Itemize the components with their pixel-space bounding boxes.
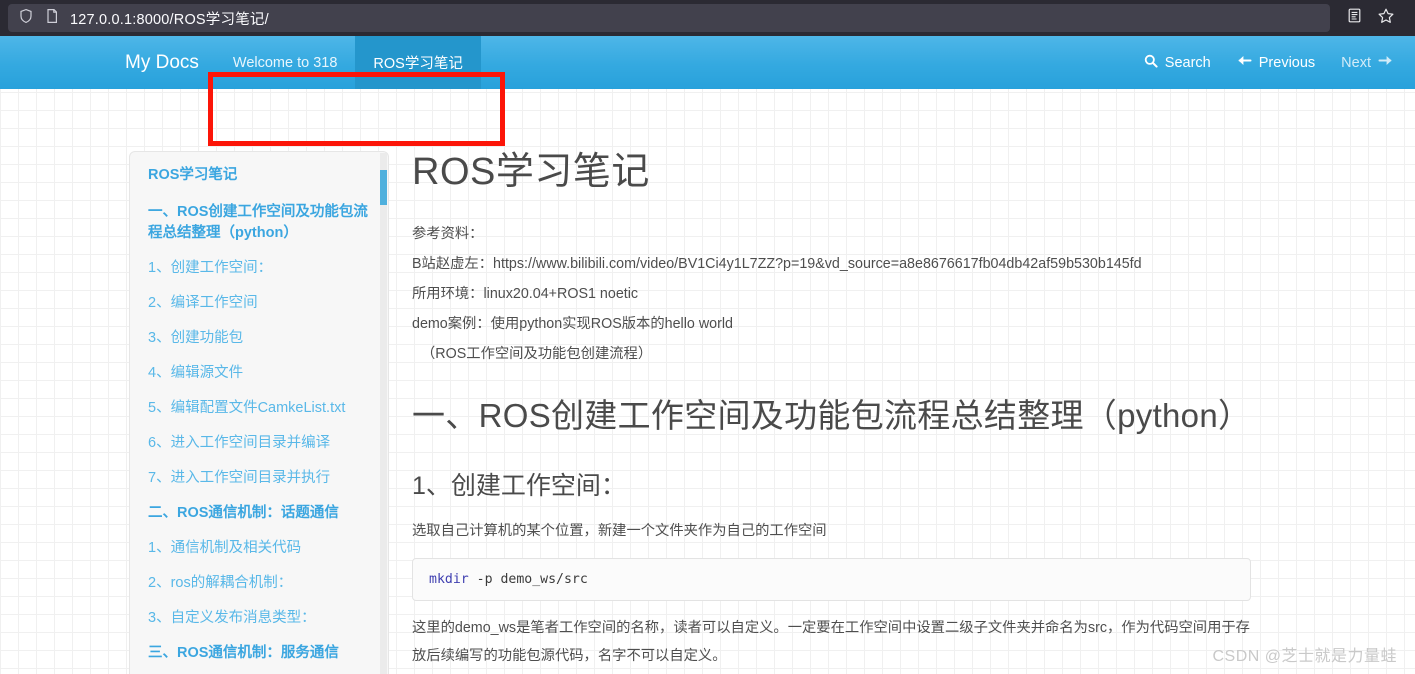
sidebar-list: ROS学习笔记 一、ROS创建工作空间及功能包流程总结整理（python） 1、…	[130, 166, 388, 674]
sidebar-item-4[interactable]: 4、编辑源文件	[148, 363, 370, 384]
previous-button[interactable]: Previous	[1237, 54, 1315, 71]
code-keyword: mkdir	[429, 572, 469, 588]
sidebar-item-12[interactable]: 三、ROS通信机制：服务通信	[148, 643, 370, 664]
sidebar-item-1[interactable]: 1、创建工作空间：	[148, 258, 370, 279]
intro-line-1: B站赵虚左：https://www.bilibili.com/video/BV1…	[412, 255, 1142, 272]
content-area: ROS学习笔记 一、ROS创建工作空间及功能包流程总结整理（python） 1、…	[0, 89, 1415, 674]
sidebar-item-9[interactable]: 1、通信机制及相关代码	[148, 538, 370, 559]
sidebar-scrollbar-thumb[interactable]	[380, 170, 387, 205]
article-content: ROS学习笔记 参考资料： B站赵虚左：https://www.bilibili…	[412, 149, 1262, 674]
browser-action-icons	[1330, 7, 1407, 30]
intro-line-0: 参考资料：	[412, 225, 484, 242]
sidebar-item-11[interactable]: 3、自定义发布消息类型：	[148, 608, 370, 629]
intro-line-3: demo案例：使用python实现ROS版本的hello world	[412, 315, 733, 332]
sidebar-scrollbar-track[interactable]	[380, 153, 387, 674]
arrow-right-icon	[1378, 54, 1393, 71]
bookmark-star-icon[interactable]	[1377, 7, 1395, 30]
sidebar-item-8[interactable]: 二、ROS通信机制：话题通信	[148, 503, 370, 524]
sidebar-item-0[interactable]: 一、ROS创建工作空间及功能包流程总结整理（python）	[148, 202, 370, 244]
page-document-icon	[44, 8, 60, 29]
address-bar[interactable]: 127.0.0.1:8000/ROS学习笔记/	[8, 4, 1330, 32]
shield-icon	[18, 8, 34, 29]
site-brand[interactable]: My Docs	[0, 36, 215, 89]
sidebar-item-3[interactable]: 3、创建功能包	[148, 328, 370, 349]
nav-tab-ros-notes[interactable]: ROS学习笔记	[355, 36, 481, 89]
sidebar-item-6[interactable]: 6、进入工作空间目录并编译	[148, 433, 370, 454]
sidebar-item-7[interactable]: 7、进入工作空间目录并执行	[148, 468, 370, 489]
reader-view-icon[interactable]	[1346, 7, 1363, 29]
sidebar-item-root[interactable]: ROS学习笔记	[148, 166, 370, 186]
sidebar-item-10[interactable]: 2、ros的解耦合机制：	[148, 573, 370, 594]
subsection-heading-1: 1、创建工作空间：	[412, 472, 626, 501]
search-button[interactable]: Search	[1144, 54, 1211, 72]
search-label: Search	[1164, 54, 1211, 71]
subsection-1-paragraph: 选取自己计算机的某个位置，新建一个文件夹作为自己的工作空间	[412, 523, 827, 540]
subsection-1-note: 这里的demo_ws是笔者工作空间的名称，读者可以自定义。一定要在工作空间中设置…	[412, 620, 1250, 665]
arrow-left-icon	[1237, 54, 1252, 71]
page-body: My Docs Welcome to 318 ROS学习笔记 Search Pr…	[0, 36, 1415, 674]
previous-label: Previous	[1258, 54, 1316, 71]
search-icon	[1144, 54, 1158, 72]
csdn-watermark: CSDN @芝士就是力量蛙	[1212, 648, 1397, 665]
nav-tab-welcome[interactable]: Welcome to 318	[215, 36, 356, 89]
next-label: Next	[1341, 54, 1371, 71]
next-button[interactable]: Next	[1341, 54, 1393, 71]
nav-actions: Search Previous Next	[1144, 36, 1415, 89]
sidebar-item-5[interactable]: 5、编辑配置文件CamkeList.txt	[148, 398, 370, 419]
section-heading-1: 一、ROS创建工作空间及功能包流程总结整理（python）	[412, 396, 1252, 434]
code-block-mkdir[interactable]: mkdir -p demo_ws/src	[412, 558, 1251, 602]
nav-tab-list: Welcome to 318 ROS学习笔记	[215, 36, 481, 89]
sidebar-toc: ROS学习笔记 一、ROS创建工作空间及功能包流程总结整理（python） 1、…	[129, 151, 389, 674]
sidebar-item-2[interactable]: 2、编译工作空间	[148, 293, 370, 314]
code-rest: -p demo_ws/src	[468, 572, 588, 588]
intro-line-2: 所用环境：linux20.04+ROS1 noetic	[412, 285, 639, 302]
intro-line-indented: （ROS工作空间及功能包创建流程）	[421, 345, 653, 362]
page-title: ROS学习笔记	[412, 151, 650, 193]
browser-toolbar: 127.0.0.1:8000/ROS学习笔记/	[0, 0, 1415, 36]
site-navbar: My Docs Welcome to 318 ROS学习笔记 Search Pr…	[0, 36, 1415, 89]
url-text: 127.0.0.1:8000/ROS学习笔记/	[70, 11, 269, 28]
